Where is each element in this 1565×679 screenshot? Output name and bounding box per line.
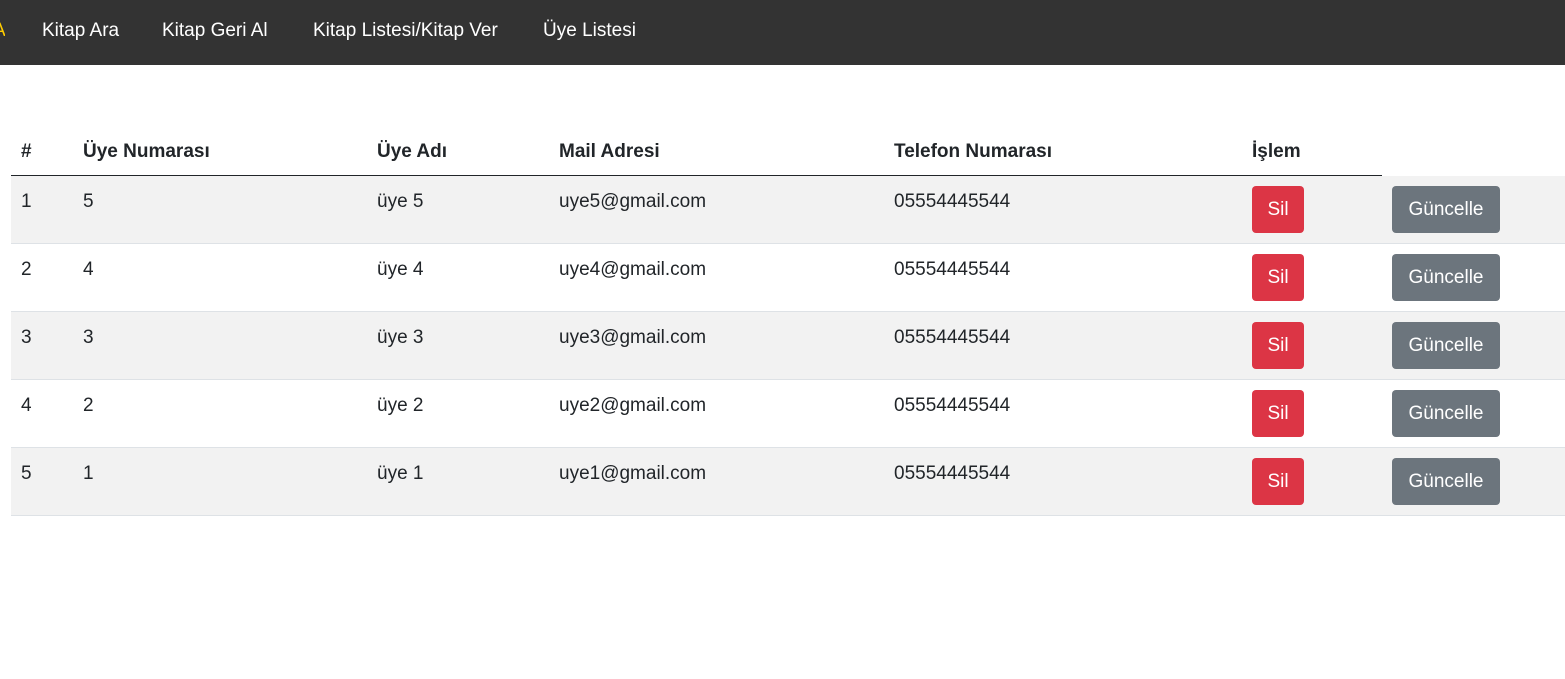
table-row: 2 4 üye 4 uye4@gmail.com 05554445544 Sil…: [11, 244, 1565, 312]
header-index: #: [21, 141, 32, 162]
nav-item-uye-listesi[interactable]: Üye Listesi: [543, 19, 636, 43]
row-phone: 05554445544: [894, 463, 1011, 484]
row-index: 1: [21, 191, 32, 212]
delete-button[interactable]: Sil: [1252, 458, 1304, 505]
row-member-name: üye 4: [377, 259, 424, 280]
update-button[interactable]: Güncelle: [1392, 186, 1500, 233]
table-header-row: # Üye Numarası Üye Adı Mail Adresi Telef…: [11, 123, 1565, 176]
member-table: # Üye Numarası Üye Adı Mail Adresi Telef…: [11, 123, 1565, 516]
row-member-number: 2: [83, 395, 94, 416]
table-row: 4 2 üye 2 uye2@gmail.com 05554445544 Sil…: [11, 380, 1565, 448]
table-row: 1 5 üye 5 uye5@gmail.com 05554445544 Sil…: [11, 176, 1565, 244]
row-phone: 05554445544: [894, 259, 1011, 280]
nav-item-kitap-ara[interactable]: Kitap Ara: [42, 19, 119, 43]
row-phone: 05554445544: [894, 191, 1011, 212]
update-button[interactable]: Güncelle: [1392, 322, 1500, 369]
row-index: 3: [21, 327, 32, 348]
row-email: uye2@gmail.com: [559, 395, 707, 416]
nav-item-kitap-listesi[interactable]: Kitap Listesi/Kitap Ver: [313, 19, 498, 43]
row-member-number: 3: [83, 327, 94, 348]
row-member-number: 4: [83, 259, 94, 280]
row-index: 4: [21, 395, 32, 416]
row-email: uye3@gmail.com: [559, 327, 707, 348]
top-navbar: A Kitap Ara Kitap Geri Al Kitap Listesi/…: [0, 0, 1565, 65]
delete-button[interactable]: Sil: [1252, 186, 1304, 233]
header-member-number: Üye Numarası: [83, 141, 210, 162]
header-phone: Telefon Numarası: [894, 141, 1053, 162]
row-email: uye4@gmail.com: [559, 259, 707, 280]
delete-button[interactable]: Sil: [1252, 390, 1304, 437]
update-button[interactable]: Güncelle: [1392, 254, 1500, 301]
delete-button[interactable]: Sil: [1252, 254, 1304, 301]
row-member-name: üye 1: [377, 463, 424, 484]
row-phone: 05554445544: [894, 395, 1011, 416]
row-index: 2: [21, 259, 32, 280]
table-row: 5 1 üye 1 uye1@gmail.com 05554445544 Sil…: [11, 448, 1565, 516]
header-action: İşlem: [1252, 141, 1301, 162]
row-index: 5: [21, 463, 32, 484]
row-email: uye5@gmail.com: [559, 191, 707, 212]
row-phone: 05554445544: [894, 327, 1011, 348]
nav-item-kitap-geri-al[interactable]: Kitap Geri Al: [162, 19, 268, 43]
delete-button[interactable]: Sil: [1252, 322, 1304, 369]
row-email: uye1@gmail.com: [559, 463, 707, 484]
update-button[interactable]: Güncelle: [1392, 458, 1500, 505]
row-member-name: üye 2: [377, 395, 424, 416]
table-row: 3 3 üye 3 uye3@gmail.com 05554445544 Sil…: [11, 312, 1565, 380]
nav-item-cut-off[interactable]: A: [0, 19, 5, 43]
row-member-number: 1: [83, 463, 94, 484]
update-button[interactable]: Güncelle: [1392, 390, 1500, 437]
row-member-name: üye 5: [377, 191, 424, 212]
row-member-name: üye 3: [377, 327, 424, 348]
header-email: Mail Adresi: [559, 141, 660, 162]
row-member-number: 5: [83, 191, 94, 212]
header-member-name: Üye Adı: [377, 141, 448, 162]
